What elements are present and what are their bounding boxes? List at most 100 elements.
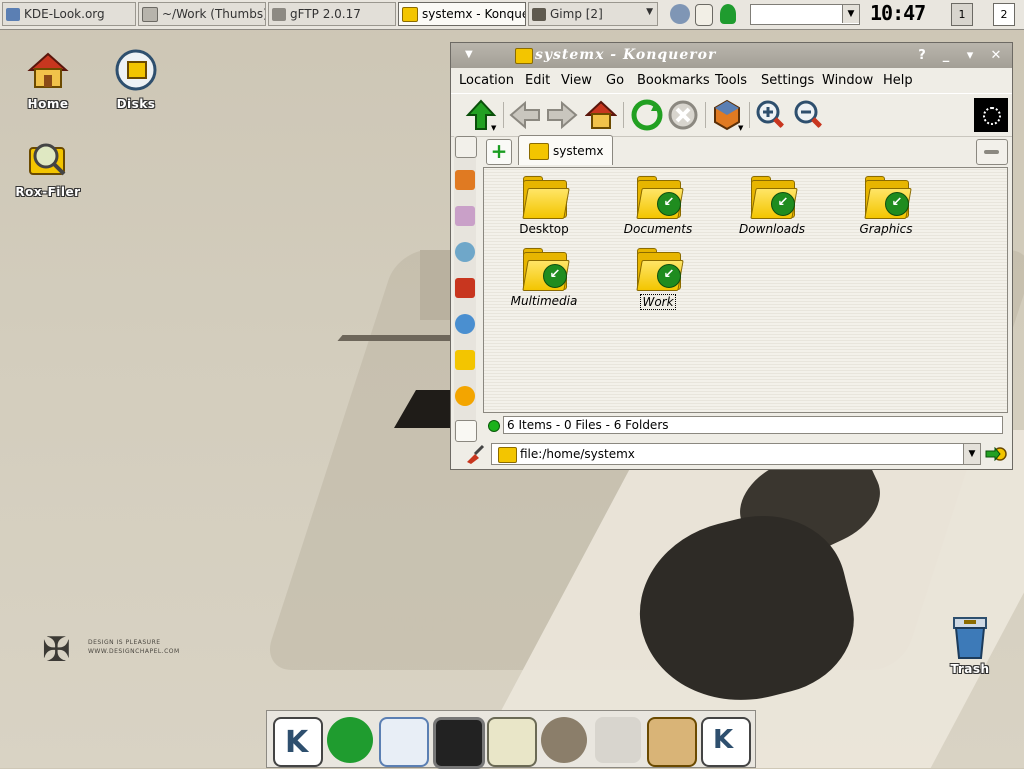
folder-item-downloads[interactable]: ↙ Downloads bbox=[722, 176, 822, 236]
package-icon[interactable] bbox=[647, 717, 697, 767]
file-view: Desktop ↙ Documents ↙ Downloads ↙ Graphi… bbox=[483, 167, 1008, 413]
home-icon[interactable] bbox=[455, 278, 475, 298]
home-icon[interactable] bbox=[585, 99, 617, 131]
main-toolbar: ▼ ▼ bbox=[451, 93, 1012, 137]
window-titlebar[interactable]: ▼ systemx - Konqueror ? _ ▾ ✕ bbox=[451, 43, 1012, 68]
chevron-down-icon: ▼ bbox=[646, 7, 653, 17]
stop-icon[interactable] bbox=[667, 99, 699, 131]
tools-icon[interactable] bbox=[455, 136, 477, 158]
task-label: gFTP 2.0.17 bbox=[290, 7, 361, 21]
top-taskbar: KDE-Look.org ~/Work (Thumbs) gFTP 2.0.17… bbox=[0, 0, 1024, 30]
folder-item-graphics[interactable]: ↙ Graphics bbox=[836, 176, 936, 236]
new-tab-button[interactable]: + bbox=[486, 139, 512, 165]
help-button[interactable]: ? bbox=[913, 47, 931, 64]
terminal-icon[interactable] bbox=[433, 717, 485, 769]
folder-item-work[interactable]: ↙ Work bbox=[608, 248, 708, 310]
task-label: systemx - Konqueror bbox=[422, 7, 525, 21]
menu-window[interactable]: Window bbox=[822, 73, 873, 88]
chevron-down-icon[interactable]: ▼ bbox=[491, 124, 496, 132]
folder-item-documents[interactable]: ↙ Documents bbox=[608, 176, 708, 236]
clock[interactable]: 10:47 bbox=[870, 1, 926, 25]
menu-view[interactable]: View bbox=[561, 73, 592, 88]
task-konqueror[interactable]: systemx - Konqueror bbox=[398, 2, 526, 26]
task-label: ~/Work (Thumbs) bbox=[162, 7, 266, 21]
blocks-icon[interactable] bbox=[455, 206, 475, 226]
close-tab-button[interactable] bbox=[976, 139, 1008, 165]
folder-link-icon: ↙ bbox=[863, 176, 912, 219]
gimp-icon bbox=[532, 7, 546, 21]
konqueror-window: ▼ systemx - Konqueror ? _ ▾ ✕ Location E… bbox=[450, 42, 1013, 470]
desktop-icon-rox-filer[interactable]: Rox-Filer bbox=[8, 136, 88, 199]
location-bar: file:/home/systemx ▼ bbox=[451, 439, 1012, 469]
menu-location[interactable]: Location bbox=[459, 73, 514, 88]
folder-icon[interactable] bbox=[455, 350, 475, 370]
zoom-out-icon[interactable] bbox=[793, 99, 825, 131]
desktop-pager-2[interactable]: 2 bbox=[993, 3, 1015, 26]
desktop-icon-disks[interactable]: Disks bbox=[96, 48, 176, 111]
folder-link-icon: ↙ bbox=[635, 248, 684, 291]
chevron-down-icon: ▼ bbox=[847, 9, 855, 19]
clear-location-icon[interactable] bbox=[463, 444, 485, 464]
task-kde-look[interactable]: KDE-Look.org bbox=[2, 2, 136, 26]
tab-systemx[interactable]: systemx bbox=[518, 135, 613, 165]
go-arrow-icon[interactable] bbox=[985, 447, 1007, 461]
tools-icon[interactable] bbox=[595, 717, 641, 763]
folder-label: Graphics bbox=[859, 222, 913, 236]
task-gimp[interactable]: Gimp [2] ▼ bbox=[528, 2, 658, 26]
menu-help[interactable]: Help bbox=[883, 73, 913, 88]
menu-bookmarks[interactable]: Bookmarks bbox=[637, 73, 710, 88]
chevron-down-icon[interactable]: ▼ bbox=[738, 124, 743, 132]
kde-home-icon[interactable]: K bbox=[701, 717, 751, 767]
folder-link-icon: ↙ bbox=[749, 176, 798, 219]
desktop-icon-trash[interactable]: Trash bbox=[930, 614, 1010, 676]
location-combobox[interactable]: file:/home/systemx ▼ bbox=[491, 443, 981, 465]
disk-icon bbox=[115, 49, 157, 91]
maximize-button[interactable]: ▾ bbox=[961, 47, 979, 64]
status-bar: 6 Items - 0 Files - 6 Folders bbox=[483, 415, 1008, 435]
toolbar-separator bbox=[623, 102, 624, 128]
desktop-pager-1[interactable]: 1 bbox=[951, 3, 973, 26]
user-icon[interactable] bbox=[720, 4, 736, 24]
speaker-icon[interactable] bbox=[670, 4, 690, 24]
reload-icon[interactable] bbox=[631, 99, 663, 131]
zoom-in-icon[interactable] bbox=[755, 99, 787, 131]
menu-tools[interactable]: Tools bbox=[715, 73, 747, 88]
window-menu-icon[interactable]: ▼ bbox=[465, 49, 473, 60]
text-editor-icon[interactable] bbox=[487, 717, 537, 767]
task-gftp[interactable]: gFTP 2.0.17 bbox=[268, 2, 396, 26]
gimp-icon[interactable] bbox=[541, 717, 587, 763]
mail-icon[interactable] bbox=[379, 717, 429, 767]
command-dropdown-button[interactable]: ▼ bbox=[842, 5, 859, 23]
status-text: 6 Items - 0 Files - 6 Folders bbox=[503, 416, 1003, 434]
clipboard-icon[interactable] bbox=[695, 4, 713, 26]
desktop-icon-label: Rox-Filer bbox=[15, 185, 81, 199]
gnome-foot-icon[interactable] bbox=[327, 717, 373, 763]
toolbar-separator bbox=[503, 102, 504, 128]
desktop-icon-label: Home bbox=[27, 97, 69, 111]
folder-label: Documents bbox=[623, 222, 693, 236]
forward-arrow-icon[interactable] bbox=[546, 99, 578, 131]
menu-edit[interactable]: Edit bbox=[525, 73, 550, 88]
folder-icon bbox=[521, 176, 570, 219]
minimize-button[interactable]: _ bbox=[937, 47, 955, 64]
folder-item-desktop[interactable]: Desktop bbox=[494, 176, 594, 236]
star-icon[interactable] bbox=[455, 386, 475, 406]
history-icon[interactable] bbox=[455, 242, 475, 262]
menu-go[interactable]: Go bbox=[606, 73, 624, 88]
desktop-icon-home[interactable]: Home bbox=[8, 48, 88, 111]
back-arrow-icon[interactable] bbox=[509, 99, 541, 131]
status-led-icon bbox=[488, 420, 500, 432]
menu-settings[interactable]: Settings bbox=[761, 73, 814, 88]
folder-item-multimedia[interactable]: ↙ Multimedia bbox=[494, 248, 594, 308]
close-button[interactable]: ✕ bbox=[987, 47, 1005, 64]
kde-menu-icon[interactable]: K bbox=[273, 717, 323, 767]
chevron-down-icon[interactable]: ▼ bbox=[963, 444, 980, 464]
cube-icon[interactable] bbox=[455, 170, 475, 190]
task-label: KDE-Look.org bbox=[24, 7, 105, 21]
globe-icon[interactable] bbox=[455, 314, 475, 334]
folder-icon bbox=[402, 6, 418, 22]
browser-icon bbox=[6, 7, 20, 21]
magnifier-folder-icon bbox=[29, 143, 66, 176]
task-work-thumbs[interactable]: ~/Work (Thumbs) bbox=[138, 2, 266, 26]
wallpaper-ltd-caption: LIMITED EDITION FOR MODERN MAN bbox=[380, 616, 466, 633]
